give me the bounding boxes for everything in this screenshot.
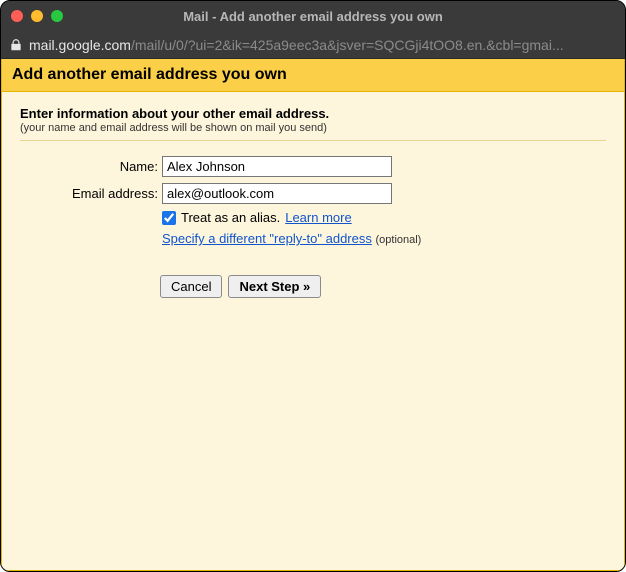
close-window-button[interactable] [11, 10, 23, 22]
url-path: /mail/u/0/?ui=2&ik=425a9eec3a&jsver=SQCG… [131, 37, 564, 53]
intro-title: Enter information about your other email… [20, 106, 606, 121]
page-banner: Add another email address you own [2, 59, 624, 92]
alias-label: Treat as an alias. [181, 210, 280, 225]
url-domain: mail.google.com [29, 37, 131, 53]
reply-to-link[interactable]: Specify a different "reply-to" address [162, 231, 372, 246]
alias-row: Treat as an alias. Learn more [162, 210, 421, 225]
page-content: Add another email address you own Enter … [1, 59, 625, 571]
url-text: mail.google.com/mail/u/0/?ui=2&ik=425a9e… [29, 37, 564, 53]
window-frame: Mail - Add another email address you own… [0, 0, 626, 572]
name-input[interactable] [162, 156, 392, 177]
address-bar[interactable]: mail.google.com/mail/u/0/?ui=2&ik=425a9e… [1, 31, 625, 59]
window-title: Mail - Add another email address you own [1, 9, 625, 24]
form-area: Enter information about your other email… [2, 92, 624, 298]
cancel-button[interactable]: Cancel [160, 275, 222, 298]
titlebar: Mail - Add another email address you own [1, 1, 625, 31]
lock-icon [9, 38, 23, 52]
divider [20, 140, 606, 141]
reply-to-row: Specify a different "reply-to" address (… [162, 231, 421, 246]
optional-label: (optional) [375, 234, 421, 246]
traffic-lights [11, 10, 63, 22]
maximize-window-button[interactable] [51, 10, 63, 22]
alias-checkbox[interactable] [162, 211, 176, 225]
email-label: Email address: [70, 180, 160, 207]
page-title: Add another email address you own [12, 66, 614, 84]
form-table: Name: Email address: [70, 153, 423, 249]
button-row: Cancel Next Step » [160, 275, 606, 298]
minimize-window-button[interactable] [31, 10, 43, 22]
next-step-button[interactable]: Next Step » [228, 275, 321, 298]
name-label: Name: [70, 153, 160, 180]
email-input[interactable] [162, 183, 392, 204]
learn-more-link[interactable]: Learn more [285, 210, 351, 225]
intro-subtitle: (your name and email address will be sho… [20, 122, 606, 134]
